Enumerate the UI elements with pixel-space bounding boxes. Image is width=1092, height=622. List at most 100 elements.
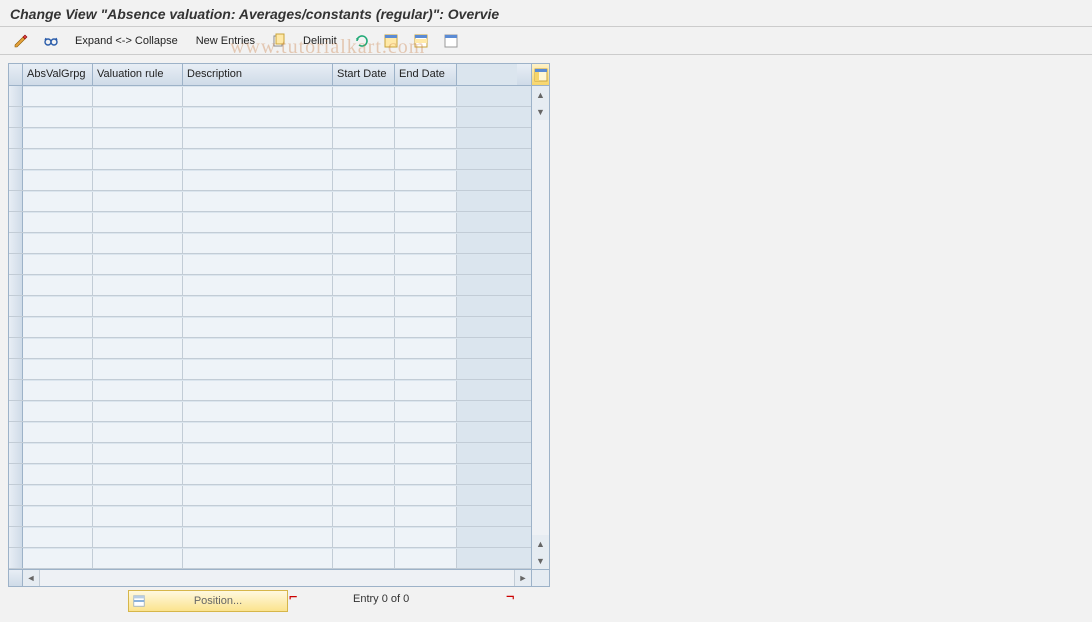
input-valuation-rule[interactable]: [93, 549, 182, 568]
cell-start-date[interactable]: [333, 129, 395, 148]
input-end-date[interactable]: [395, 171, 456, 190]
cell-end-date[interactable]: [395, 255, 457, 274]
row-selector[interactable]: [9, 527, 23, 547]
input-absvalgrpg[interactable]: [23, 465, 92, 484]
input-end-date[interactable]: [395, 234, 456, 253]
cell-description[interactable]: [183, 171, 333, 190]
input-end-date[interactable]: [395, 87, 456, 106]
new-entries-button[interactable]: New Entries: [189, 31, 262, 51]
cell-start-date[interactable]: [333, 318, 395, 337]
cell-absvalgrpg[interactable]: [23, 108, 93, 127]
row-selector[interactable]: [9, 107, 23, 127]
cell-start-date[interactable]: [333, 465, 395, 484]
cell-end-date[interactable]: [395, 402, 457, 421]
cell-description[interactable]: [183, 234, 333, 253]
input-absvalgrpg[interactable]: [23, 276, 92, 295]
input-description[interactable]: [183, 402, 332, 421]
cell-description[interactable]: [183, 150, 333, 169]
input-description[interactable]: [183, 528, 332, 547]
cell-valuation-rule[interactable]: [93, 129, 183, 148]
cell-absvalgrpg[interactable]: [23, 234, 93, 253]
cell-end-date[interactable]: [395, 150, 457, 169]
input-description[interactable]: [183, 381, 332, 400]
cell-absvalgrpg[interactable]: [23, 213, 93, 232]
input-valuation-rule[interactable]: [93, 234, 182, 253]
cell-description[interactable]: [183, 108, 333, 127]
row-selector[interactable]: [9, 401, 23, 421]
input-valuation-rule[interactable]: [93, 381, 182, 400]
input-valuation-rule[interactable]: [93, 276, 182, 295]
column-header-start-date[interactable]: Start Date: [333, 64, 395, 85]
cell-description[interactable]: [183, 465, 333, 484]
cell-valuation-rule[interactable]: [93, 444, 183, 463]
input-start-date[interactable]: [333, 402, 394, 421]
cell-description[interactable]: [183, 360, 333, 379]
input-absvalgrpg[interactable]: [23, 381, 92, 400]
input-absvalgrpg[interactable]: [23, 150, 92, 169]
cell-description[interactable]: [183, 528, 333, 547]
input-start-date[interactable]: [333, 465, 394, 484]
cell-end-date[interactable]: [395, 360, 457, 379]
cell-valuation-rule[interactable]: [93, 465, 183, 484]
input-absvalgrpg[interactable]: [23, 87, 92, 106]
input-valuation-rule[interactable]: [93, 360, 182, 379]
input-absvalgrpg[interactable]: [23, 528, 92, 547]
cell-end-date[interactable]: [395, 486, 457, 505]
input-absvalgrpg[interactable]: [23, 507, 92, 526]
cell-end-date[interactable]: [395, 318, 457, 337]
position-button[interactable]: Position...: [128, 590, 288, 612]
cell-end-date[interactable]: [395, 192, 457, 211]
input-start-date[interactable]: [333, 360, 394, 379]
cell-absvalgrpg[interactable]: [23, 171, 93, 190]
input-absvalgrpg[interactable]: [23, 213, 92, 232]
cell-absvalgrpg[interactable]: [23, 255, 93, 274]
cell-description[interactable]: [183, 213, 333, 232]
input-end-date[interactable]: [395, 276, 456, 295]
cell-description[interactable]: [183, 87, 333, 106]
cell-start-date[interactable]: [333, 507, 395, 526]
cell-description[interactable]: [183, 402, 333, 421]
row-selector[interactable]: [9, 191, 23, 211]
cell-end-date[interactable]: [395, 108, 457, 127]
input-valuation-rule[interactable]: [93, 297, 182, 316]
input-description[interactable]: [183, 360, 332, 379]
input-end-date[interactable]: [395, 192, 456, 211]
cell-description[interactable]: [183, 339, 333, 358]
row-selector[interactable]: [9, 359, 23, 379]
cell-valuation-rule[interactable]: [93, 213, 183, 232]
row-selector[interactable]: [9, 275, 23, 295]
cell-start-date[interactable]: [333, 360, 395, 379]
input-absvalgrpg[interactable]: [23, 234, 92, 253]
vscroll-up-button[interactable]: ▲: [532, 86, 549, 103]
horizontal-scrollbar[interactable]: ◄ ►: [9, 569, 531, 586]
column-header-absvalgrpg[interactable]: AbsValGrpg: [23, 64, 93, 85]
cell-valuation-rule[interactable]: [93, 297, 183, 316]
input-end-date[interactable]: [395, 339, 456, 358]
cell-end-date[interactable]: [395, 339, 457, 358]
cell-absvalgrpg[interactable]: [23, 129, 93, 148]
row-selector[interactable]: [9, 149, 23, 169]
input-start-date[interactable]: [333, 318, 394, 337]
cell-absvalgrpg[interactable]: [23, 423, 93, 442]
cell-valuation-rule[interactable]: [93, 486, 183, 505]
input-absvalgrpg[interactable]: [23, 297, 92, 316]
cell-end-date[interactable]: [395, 423, 457, 442]
copy-as-button[interactable]: [266, 31, 292, 51]
vscroll-down2-button[interactable]: ▲: [532, 535, 549, 552]
cell-absvalgrpg[interactable]: [23, 402, 93, 421]
vscroll-down-button[interactable]: ▼: [532, 552, 549, 569]
select-block-button[interactable]: [408, 31, 434, 51]
input-absvalgrpg[interactable]: [23, 171, 92, 190]
input-valuation-rule[interactable]: [93, 192, 182, 211]
input-description[interactable]: [183, 234, 332, 253]
input-start-date[interactable]: [333, 234, 394, 253]
input-end-date[interactable]: [395, 360, 456, 379]
input-absvalgrpg[interactable]: [23, 423, 92, 442]
input-absvalgrpg[interactable]: [23, 486, 92, 505]
input-description[interactable]: [183, 549, 332, 568]
cell-end-date[interactable]: [395, 528, 457, 547]
cell-end-date[interactable]: [395, 171, 457, 190]
input-end-date[interactable]: [395, 213, 456, 232]
input-start-date[interactable]: [333, 87, 394, 106]
input-description[interactable]: [183, 150, 332, 169]
